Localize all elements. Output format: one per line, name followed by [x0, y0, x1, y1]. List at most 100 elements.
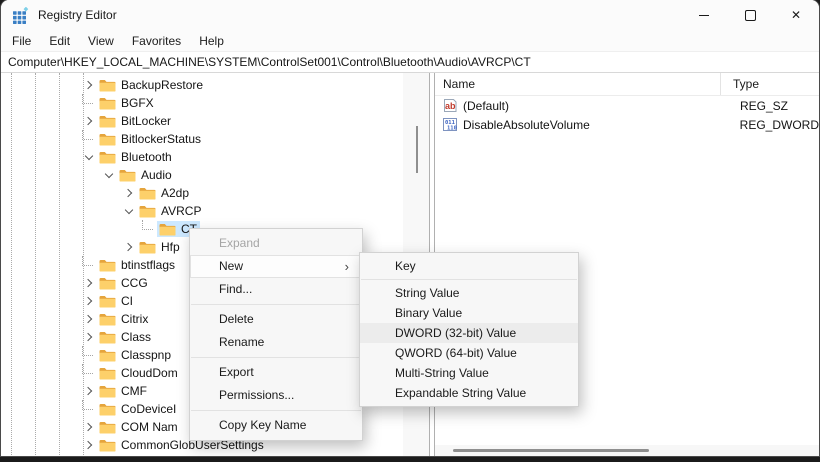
tree-item-a2dp[interactable]: A2dp — [1, 184, 429, 202]
close-button[interactable]: ✕ — [773, 0, 819, 30]
menu-view[interactable]: View — [79, 30, 123, 51]
tree-item-label: Class — [121, 330, 151, 344]
menu-item-qword-64-bit-value[interactable]: QWORD (64-bit) Value — [360, 343, 578, 363]
folder-icon — [119, 169, 136, 182]
menu-item-copy-key-name[interactable]: Copy Key Name — [190, 414, 362, 437]
menu-edit[interactable]: Edit — [40, 30, 79, 51]
tree-item-label: A2dp — [161, 186, 189, 200]
chevron-right-icon[interactable] — [81, 311, 97, 327]
maximize-button[interactable] — [727, 0, 773, 30]
tree-item-label: Bluetooth — [121, 150, 172, 164]
menu-item-new[interactable]: New› — [190, 255, 362, 278]
chevron-right-icon[interactable] — [81, 113, 97, 129]
tree-node-content[interactable]: btinstflags — [97, 257, 178, 273]
chevron-right-icon[interactable] — [81, 419, 97, 435]
menu-item-permissions[interactable]: Permissions... — [190, 384, 362, 407]
chevron-right-icon[interactable] — [81, 77, 97, 93]
tree-node-content[interactable]: COM Nam — [97, 419, 181, 435]
menu-item-binary-value[interactable]: Binary Value — [360, 303, 578, 323]
column-header-name[interactable]: Name — [435, 73, 721, 95]
chevron-right-icon[interactable] — [81, 383, 97, 399]
tree-node-content[interactable]: Citrix — [97, 311, 151, 327]
chevron-right-icon[interactable] — [81, 437, 97, 453]
menu-item-rename[interactable]: Rename — [190, 331, 362, 354]
tree-node-content[interactable] — [97, 456, 124, 457]
folder-icon — [99, 331, 116, 344]
chevron-right-icon[interactable] — [121, 239, 137, 255]
chevron-right-icon[interactable] — [81, 455, 97, 456]
tree-item-bitlockerstatus[interactable]: BitlockerStatus — [1, 130, 429, 148]
list-scrollbar-thumb[interactable] — [453, 449, 649, 452]
tree-item-bluetooth[interactable]: Bluetooth — [1, 148, 429, 166]
folder-icon — [99, 277, 116, 290]
tree-node-content[interactable]: CMF — [97, 383, 150, 399]
tree-item-label: Audio — [141, 168, 172, 182]
value-row-default[interactable]: ab(Default)REG_SZ — [435, 96, 819, 115]
tree-item-audio[interactable]: Audio — [1, 166, 429, 184]
tree-node-content[interactable]: Bluetooth — [97, 149, 175, 165]
chevron-right-icon[interactable] — [81, 293, 97, 309]
value-row-disableabsolutevolume[interactable]: 011110DisableAbsoluteVolumeREG_DWORD — [435, 115, 819, 134]
tree-node-content[interactable]: CoDeviceI — [97, 401, 179, 417]
address-bar[interactable]: Computer\HKEY_LOCAL_MACHINE\SYSTEM\Contr… — [1, 52, 819, 73]
tree-item-backuprestore[interactable]: BackupRestore — [1, 76, 429, 94]
menu-item-export[interactable]: Export — [190, 361, 362, 384]
tree-node-content[interactable]: CI — [97, 293, 136, 309]
tree-item-avrcp[interactable]: AVRCP — [1, 202, 429, 220]
menu-item-key[interactable]: Key — [360, 256, 578, 276]
chevron-right-icon[interactable] — [81, 329, 97, 345]
folder-icon — [99, 349, 116, 362]
tree-node-content[interactable]: BitlockerStatus — [97, 131, 204, 147]
tree-node-content[interactable]: BGFX — [97, 95, 157, 111]
folder-icon — [99, 313, 116, 326]
chevron-down-icon[interactable] — [101, 167, 117, 183]
new-submenu: Key String ValueBinary ValueDWORD (32-bit… — [359, 252, 579, 407]
chevron-down-icon[interactable] — [121, 203, 137, 219]
value-name: (Default) — [463, 99, 728, 113]
tree-item-blank[interactable] — [1, 454, 429, 456]
menu-favorites[interactable]: Favorites — [123, 30, 190, 51]
menu-separator — [191, 357, 361, 358]
tree-item-bgfx[interactable]: BGFX — [1, 94, 429, 112]
tree-scrollbar-thumb[interactable] — [416, 126, 418, 173]
folder-icon — [99, 421, 116, 434]
chevron-down-icon[interactable] — [81, 149, 97, 165]
tree-item-label: CCG — [121, 276, 148, 290]
menu-item-string-value[interactable]: String Value — [360, 283, 578, 303]
menu-file[interactable]: File — [3, 30, 40, 51]
menu-item-find[interactable]: Find... — [190, 278, 362, 301]
column-header-type[interactable]: Type — [721, 73, 759, 95]
tree-item-label: BGFX — [121, 96, 154, 110]
close-icon: ✕ — [791, 9, 801, 21]
folder-icon — [139, 187, 156, 200]
menu-item-delete[interactable]: Delete — [190, 308, 362, 331]
menu-item-dword-32-bit-value[interactable]: DWORD (32-bit) Value — [360, 323, 578, 343]
chevron-right-icon[interactable] — [81, 275, 97, 291]
values-list: ab(Default)REG_SZ011110DisableAbsoluteVo… — [435, 96, 819, 134]
tree-node-content[interactable]: Classpnp — [97, 347, 174, 363]
tree-node-content[interactable]: BackupRestore — [97, 77, 206, 93]
tree-node-content[interactable]: BitLocker — [97, 113, 174, 129]
list-horizontal-scrollbar[interactable] — [435, 445, 819, 456]
chevron-right-icon[interactable] — [121, 185, 137, 201]
tree-node-content[interactable]: CCG — [97, 275, 151, 291]
tree-node-content[interactable]: Hfp — [137, 239, 183, 255]
tree-item-label: CoDeviceI — [121, 402, 176, 416]
menu-item-expandable-string-value[interactable]: Expandable String Value — [360, 383, 578, 403]
tree-item-bitlocker[interactable]: BitLocker — [1, 112, 429, 130]
minimize-icon — [699, 15, 709, 16]
tree-node-content[interactable]: Audio — [117, 167, 175, 183]
minimize-button[interactable] — [681, 0, 727, 30]
tree-node-content[interactable]: AVRCP — [137, 203, 204, 219]
tree-node-content[interactable]: CloudDom — [97, 365, 181, 381]
menu-separator — [191, 410, 361, 411]
menu-help[interactable]: Help — [190, 30, 233, 51]
tree-item-label: COM Nam — [121, 420, 178, 434]
menu-separator — [191, 304, 361, 305]
folder-icon — [99, 97, 116, 110]
menu-item-multi-string-value[interactable]: Multi-String Value — [360, 363, 578, 383]
tree-node-content[interactable]: A2dp — [137, 185, 192, 201]
tree-node-content[interactable]: Class — [97, 329, 154, 345]
folder-icon — [99, 133, 116, 146]
tree-item-label: AVRCP — [161, 204, 201, 218]
